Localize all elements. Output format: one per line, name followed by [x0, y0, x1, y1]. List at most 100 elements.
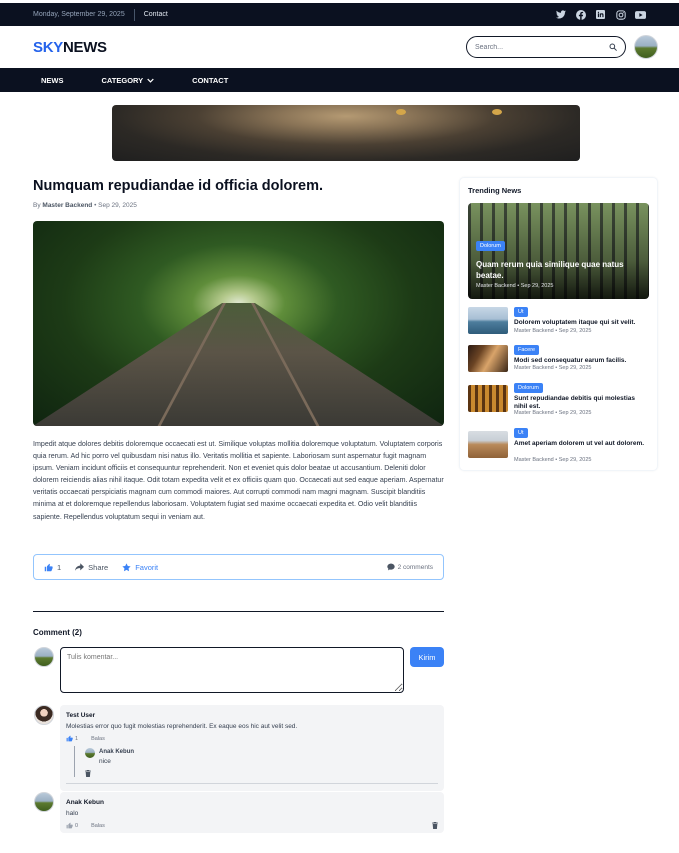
comment-like-button[interactable]: 0	[66, 822, 78, 829]
logo-sky: SKY	[33, 38, 63, 56]
topbar-divider	[133, 8, 135, 21]
nav-item-news[interactable]: NEWS	[41, 76, 64, 85]
thumbs-up-icon	[44, 563, 53, 572]
comment-delete-button[interactable]	[432, 822, 438, 829]
section-divider	[33, 611, 444, 612]
trending-featured-card[interactable]: Dolorum Quam rerum quia similique quae n…	[468, 203, 649, 299]
category-badge[interactable]: Dolorum	[476, 241, 505, 251]
reply-delete-button[interactable]	[85, 770, 438, 777]
comment-like-count: 0	[75, 822, 79, 829]
comment-avatar	[34, 792, 54, 812]
comments-label: 2 comments	[397, 563, 433, 571]
category-badge[interactable]: Dolorum	[514, 383, 543, 393]
trending-thumbnail[interactable]	[468, 431, 508, 458]
trending-thumbnail[interactable]	[468, 345, 508, 372]
comment-like-count: 1	[75, 735, 79, 742]
chevron-down-icon	[147, 78, 154, 83]
comments-count[interactable]: 2 comments	[386, 563, 433, 571]
category-badge[interactable]: Ut	[514, 428, 528, 438]
category-badge[interactable]: Facere	[514, 345, 540, 355]
featured-title[interactable]: Quam rerum quia similique quae natus bea…	[476, 259, 636, 281]
commenter-avatar	[34, 647, 54, 667]
current-date: Monday, September 29, 2025	[33, 11, 125, 18]
banner-eye-left	[396, 109, 406, 115]
comment-meta: 1 Balas	[66, 735, 438, 742]
search-box	[466, 36, 626, 58]
favorite-label: Favorit	[135, 562, 159, 572]
comments-heading: Comment (2)	[33, 628, 82, 637]
nav-item-category[interactable]: CATEGORY	[102, 76, 155, 85]
like-button[interactable]: 1	[44, 563, 61, 572]
comment-author: Test User	[66, 712, 96, 719]
trending-item-meta: Master Backend • Sep 29, 2025	[514, 457, 592, 463]
social-links	[555, 9, 646, 20]
share-icon	[75, 563, 85, 571]
trending-item[interactable]: Ut Dolorem voluptatem itaque qui sit vel…	[468, 307, 649, 337]
comment-avatar	[34, 705, 54, 725]
article-author: Master Backend	[42, 202, 93, 209]
comment-meta: 0 Balas	[66, 822, 438, 829]
comment-text: Molestias error quo fugit molestias repr…	[66, 723, 298, 730]
hero-track-bed	[33, 303, 444, 426]
youtube-icon[interactable]	[635, 9, 646, 20]
chat-bubble-icon	[386, 563, 395, 571]
trash-icon	[85, 770, 438, 777]
comment-input[interactable]	[60, 647, 404, 693]
thumbs-up-icon	[66, 822, 73, 829]
trending-item[interactable]: Ut Amet aperiam dolorem ut vel aut dolor…	[468, 428, 649, 464]
ad-banner-image[interactable]	[112, 105, 580, 161]
nav-news-label: NEWS	[41, 75, 64, 85]
star-icon	[122, 562, 131, 572]
trending-thumbnail[interactable]	[468, 307, 508, 334]
comment-item: Anak Kebun halo 0 Balas	[60, 792, 444, 833]
nav-category-label: CATEGORY	[101, 75, 144, 85]
reply-text: nice	[99, 758, 111, 765]
user-avatar[interactable]	[634, 35, 658, 59]
article-actions: 1 Share Favorit 2 comments	[33, 554, 444, 580]
article-body: Impedit atque dolores debitis doloremque…	[33, 440, 444, 521]
trending-title: Trending News	[468, 186, 522, 195]
comment-author: Anak Kebun	[66, 799, 104, 806]
share-label: Share	[88, 562, 109, 572]
trending-item-title[interactable]: Amet aperiam dolorem ut vel aut dolorem.	[514, 440, 649, 448]
site-header: SKYNEWS	[0, 26, 679, 68]
nav-item-contact[interactable]: CONTACT	[192, 76, 228, 85]
trending-item-meta: Master Backend • Sep 29, 2025	[514, 328, 592, 334]
site-logo[interactable]: SKYNEWS	[33, 39, 107, 56]
linkedin-icon[interactable]	[595, 9, 606, 20]
trending-thumbnail[interactable]	[468, 385, 508, 412]
facebook-icon[interactable]	[575, 9, 586, 20]
nav-contact-label: CONTACT	[192, 75, 229, 85]
top-bar: Monday, September 29, 2025 Contact	[0, 0, 679, 26]
submit-comment-button[interactable]: Kirim	[410, 647, 444, 667]
logo-news: NEWS	[62, 38, 107, 56]
comment-like-button[interactable]: 1	[66, 735, 78, 742]
search-icon[interactable]	[609, 43, 617, 51]
comment-separator	[66, 783, 438, 784]
favorite-button[interactable]: Favorit	[122, 563, 158, 572]
twitter-icon[interactable]	[555, 9, 566, 20]
like-count: 1	[57, 562, 62, 572]
trending-item-title[interactable]: Modi sed consequatur earum facilis.	[514, 357, 649, 365]
trending-item-title[interactable]: Sunt repudiandae debitis qui molestias n…	[514, 395, 649, 411]
share-button[interactable]: Share	[75, 563, 108, 572]
search-input[interactable]	[475, 43, 609, 51]
article-hero-image	[33, 221, 444, 426]
trending-item-meta: Master Backend • Sep 29, 2025	[514, 365, 592, 371]
instagram-icon[interactable]	[615, 9, 626, 20]
article-date: Sep 29, 2025	[98, 202, 137, 209]
comment-item: Test User Molestias error quo fugit mole…	[60, 705, 444, 791]
trash-icon	[432, 822, 438, 829]
comment-text: halo	[66, 810, 79, 817]
topbar-contact-link[interactable]: Contact	[144, 11, 168, 18]
trending-item-meta: Master Backend • Sep 29, 2025	[514, 410, 592, 416]
byline-prefix: By	[33, 202, 41, 209]
article-byline: By Master Backend • Sep 29, 2025	[33, 202, 137, 209]
category-badge[interactable]: Ut	[514, 307, 528, 317]
comment-reply-button[interactable]: Balas	[91, 736, 105, 742]
article-title: Numquam repudiandae id officia dolorem.	[33, 178, 324, 194]
trending-item[interactable]: Dolorum Sunt repudiandae debitis qui mol…	[468, 383, 649, 417]
trending-item-title[interactable]: Dolorem voluptatem itaque qui sit velit.	[514, 319, 649, 327]
comment-reply-button[interactable]: Balas	[91, 823, 105, 829]
trending-item[interactable]: Facere Modi sed consequatur earum facili…	[468, 345, 649, 375]
